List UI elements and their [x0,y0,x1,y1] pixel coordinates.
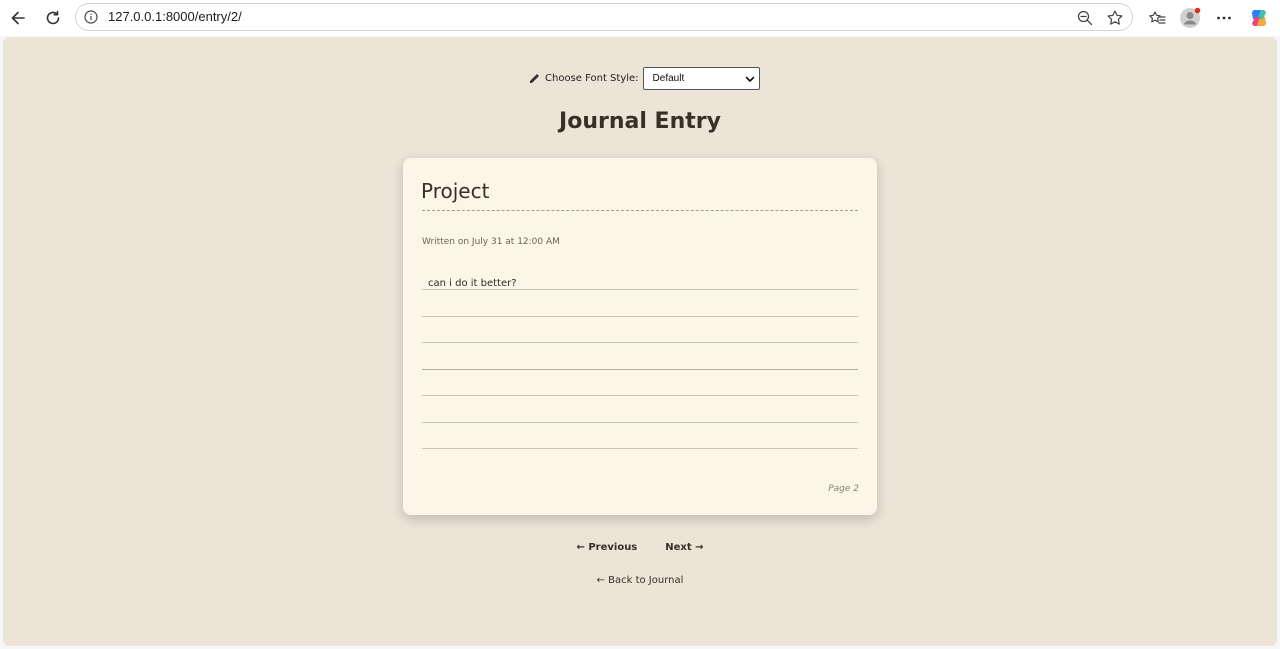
ruled-line [422,342,858,343]
entry-body: can i do it better? [428,278,517,289]
back-to-journal-link[interactable]: ← Back to Journal [3,575,1277,586]
ruled-line [422,289,858,290]
previous-link[interactable]: ← Previous [576,542,637,553]
pencil-icon [530,73,539,83]
browser-toolbar: 127.0.0.1:8000/entry/2/ [0,0,1280,36]
reload-icon[interactable] [41,6,65,30]
ruled-line [422,395,858,396]
info-icon[interactable] [84,10,98,24]
zoom-out-icon[interactable] [1076,9,1094,27]
url-text: 127.0.0.1:8000/entry/2/ [108,9,242,24]
entry-title: Project [421,179,490,203]
font-style-label: Choose Font Style: [545,72,639,84]
page-viewport: Choose Font Style: Default Journal Entry… [3,37,1277,646]
font-style-control: Choose Font Style: Default [528,66,760,90]
ruled-line [422,316,858,317]
back-icon[interactable] [6,6,30,30]
address-bar[interactable]: 127.0.0.1:8000/entry/2/ [75,3,1133,31]
next-link[interactable]: Next → [665,542,703,553]
font-style-selected: Default [652,72,685,84]
font-style-select[interactable]: Default [642,66,760,90]
ruled-line [422,448,858,449]
journal-entry-card: Project Written on July 31 at 12:00 AM c… [403,158,877,515]
title-divider [422,210,858,211]
favorites-icon[interactable] [1146,7,1168,29]
ruled-line [422,369,858,370]
chevron-down-icon [745,76,754,82]
avatar-icon[interactable] [1179,7,1201,29]
star-icon[interactable] [1106,9,1124,27]
entry-pagination: ← Previous Next → [3,542,1277,553]
more-icon[interactable] [1213,7,1235,29]
copilot-icon[interactable] [1248,7,1270,29]
ruled-line [422,422,858,423]
page-title: Journal Entry [559,109,721,134]
entry-date: Written on July 31 at 12:00 AM [422,237,560,247]
page-number: Page 2 [828,484,859,494]
